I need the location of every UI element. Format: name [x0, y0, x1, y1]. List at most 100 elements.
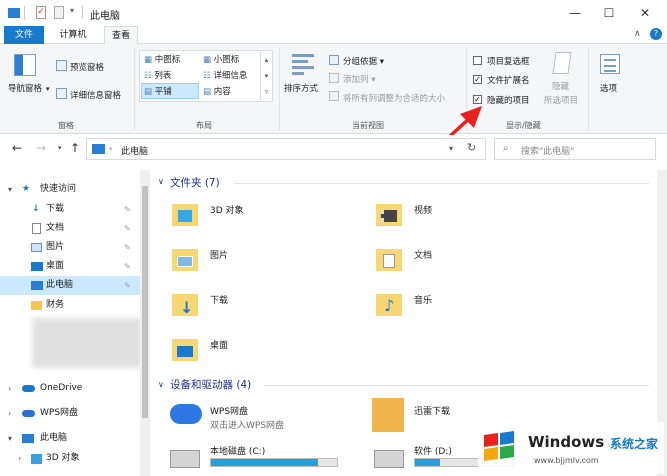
maximize-button[interactable]: ☐: [594, 3, 624, 23]
search-icon: ⌕: [503, 143, 509, 154]
search-input[interactable]: ⌕ 搜索"此电脑": [494, 138, 656, 160]
nav-item-this-pc[interactable]: ▾ 此电脑: [0, 429, 140, 448]
tab-view[interactable]: 查看: [104, 26, 138, 45]
collapse-folders-icon[interactable]: ∨: [158, 177, 164, 186]
layout-tiles[interactable]: ▤ 平铺: [144, 85, 172, 97]
nav-item-wps-drive[interactable]: › WPS网盘: [0, 404, 140, 423]
drive-d-usage-fill: [415, 459, 440, 466]
breadcrumb-chevron-icon[interactable]: ›: [109, 144, 112, 153]
options-button[interactable]: 选项: [600, 82, 617, 94]
refresh-icon[interactable]: ↻: [467, 141, 476, 154]
drive-icon: [170, 450, 200, 468]
layout-list[interactable]: ☷ 列表: [144, 69, 171, 81]
device-tile-drive-c[interactable]: 本地磁盘 (C:): [168, 442, 368, 476]
layout-medium-icons[interactable]: ▦ 中图标: [144, 53, 180, 65]
search-placeholder: 搜索"此电脑": [521, 147, 575, 157]
add-column-button[interactable]: 添加列 ▾: [343, 73, 375, 85]
nav-pane-dropdown-icon[interactable]: ▾: [46, 85, 50, 93]
nav-item-pictures[interactable]: 图片 ✎: [0, 238, 140, 257]
preview-pane-button[interactable]: 预览窗格: [70, 61, 104, 73]
file-extensions-checkbox[interactable]: ✓: [473, 75, 482, 84]
group-separator: [588, 48, 589, 130]
layout-small-icons[interactable]: ▦ 小图标: [203, 53, 239, 65]
star-icon: ★: [22, 184, 31, 194]
wps-cloud-icon: [22, 410, 35, 417]
group-by-icon: [329, 55, 339, 65]
pin-icon[interactable]: ✎: [124, 219, 131, 238]
picture-icon: [31, 243, 42, 252]
nav-item-3d-objects[interactable]: › 3D 对象: [0, 449, 140, 468]
watermark-url: www.bjjmlv.com: [534, 456, 599, 465]
nav-item-downloads[interactable]: ↓ 下载 ✎: [0, 200, 140, 219]
minimize-button[interactable]: —: [560, 3, 590, 23]
sort-by-button[interactable]: 排序方式: [284, 82, 318, 94]
computer-icon: [92, 144, 105, 154]
item-checkboxes-label: 项目复选框: [487, 57, 530, 67]
pin-icon[interactable]: ✎: [124, 276, 131, 295]
nav-item-onedrive[interactable]: › OneDrive: [0, 379, 140, 398]
pin-icon[interactable]: ✎: [124, 200, 131, 219]
folder-tile-desktop[interactable]: 桌面: [172, 335, 352, 373]
recent-locations-icon[interactable]: ▾: [58, 144, 62, 152]
nav-scrollbar-thumb[interactable]: [142, 186, 148, 418]
address-row: ← → ▾ ↑ › 此电脑 ▾ ↻ ⌕ 搜索"此电脑": [0, 135, 667, 163]
fit-columns-icon: [329, 91, 339, 101]
details-pane-button[interactable]: 详细信息窗格: [70, 89, 121, 101]
details-pane-icon: [56, 88, 67, 99]
nav-pane-icon: [14, 54, 36, 76]
address-dropdown-icon[interactable]: ▾: [449, 144, 453, 153]
collapse-ribbon-icon[interactable]: ∧: [634, 29, 641, 39]
download-arrow-icon: ↓: [32, 204, 40, 214]
folder-tile-videos[interactable]: 视频: [376, 200, 556, 238]
nav-pane-button[interactable]: 导航窗格: [8, 82, 42, 94]
layout-details[interactable]: ☷ 详细信息: [203, 69, 247, 81]
group-separator: [279, 48, 280, 130]
properties-icon[interactable]: ✓: [36, 6, 46, 19]
nav-item-finance[interactable]: 财务: [0, 296, 140, 315]
tab-file[interactable]: 文件: [4, 26, 44, 44]
computer-icon: [22, 434, 34, 443]
breadcrumb[interactable]: 此电脑: [121, 144, 148, 157]
devices-header[interactable]: 设备和驱动器 (4): [170, 377, 251, 392]
pin-icon[interactable]: ✎: [124, 238, 131, 257]
music-note-icon: ♪: [384, 296, 395, 315]
nav-item-documents[interactable]: 文档 ✎: [0, 219, 140, 238]
landscape-icon: [177, 256, 193, 267]
pin-icon[interactable]: ✎: [124, 257, 131, 276]
close-button[interactable]: ✕: [630, 3, 660, 23]
device-tile-wps-drive[interactable]: WPS网盘 双击进入WPS网盘: [168, 398, 368, 436]
folder-tile-documents[interactable]: 文档: [376, 245, 556, 283]
nav-item-quick-access[interactable]: ▾ ★ 快速访问: [0, 180, 140, 199]
folder-tile-pictures[interactable]: 图片: [172, 245, 352, 283]
selected-items-label: 所选项目: [544, 96, 579, 106]
folder-tile-music[interactable]: ♪ 音乐: [376, 290, 556, 328]
forward-button[interactable]: →: [36, 141, 46, 155]
collapse-devices-icon[interactable]: ∨: [158, 380, 164, 389]
address-bar[interactable]: › 此电脑 ▾ ↻: [86, 138, 486, 160]
hide-button[interactable]: 隐藏: [552, 80, 569, 92]
layout-gallery-scroll[interactable]: ▴ ▾ ▿: [260, 52, 272, 100]
group-by-button[interactable]: 分组依据 ▾: [343, 55, 384, 67]
up-button[interactable]: ↑: [70, 141, 80, 155]
back-button[interactable]: ←: [12, 141, 22, 155]
quick-access-dropdown-icon[interactable]: ▾: [70, 6, 74, 15]
folder-tile-3d-objects[interactable]: 3D 对象: [172, 200, 352, 238]
window-title: 此电脑: [90, 11, 120, 22]
ribbon-tabs: 文件 计算机 查看 ∧ ?: [0, 26, 667, 45]
nav-item-desktop[interactable]: 桌面 ✎: [0, 257, 140, 276]
add-column-icon: [329, 73, 339, 83]
help-icon[interactable]: ?: [650, 28, 662, 40]
title-bar: ✓ ▾ 此电脑 — ☐ ✕: [0, 0, 667, 26]
folder-tile-downloads[interactable]: ↓ 下载: [172, 290, 352, 328]
folder-icon: [31, 301, 42, 310]
navigation-pane: ▾ ★ 快速访问 ↓ 下载 ✎ 文档 ✎ 图片 ✎ 桌面 ✎ 此电脑 ✎ 财务 …: [0, 170, 150, 476]
folders-header[interactable]: 文件夹 (7): [170, 175, 220, 190]
document-icon: [383, 254, 395, 268]
item-checkboxes-checkbox[interactable]: [473, 56, 482, 65]
new-folder-icon[interactable]: [54, 6, 64, 19]
nav-item-this-pc-quick[interactable]: 此电脑 ✎: [0, 276, 140, 295]
group-label-panes: 窗格: [58, 121, 74, 130]
layout-content[interactable]: ▤ 内容: [203, 85, 231, 97]
header-divider: [264, 385, 649, 386]
tab-computer[interactable]: 计算机: [52, 26, 94, 44]
